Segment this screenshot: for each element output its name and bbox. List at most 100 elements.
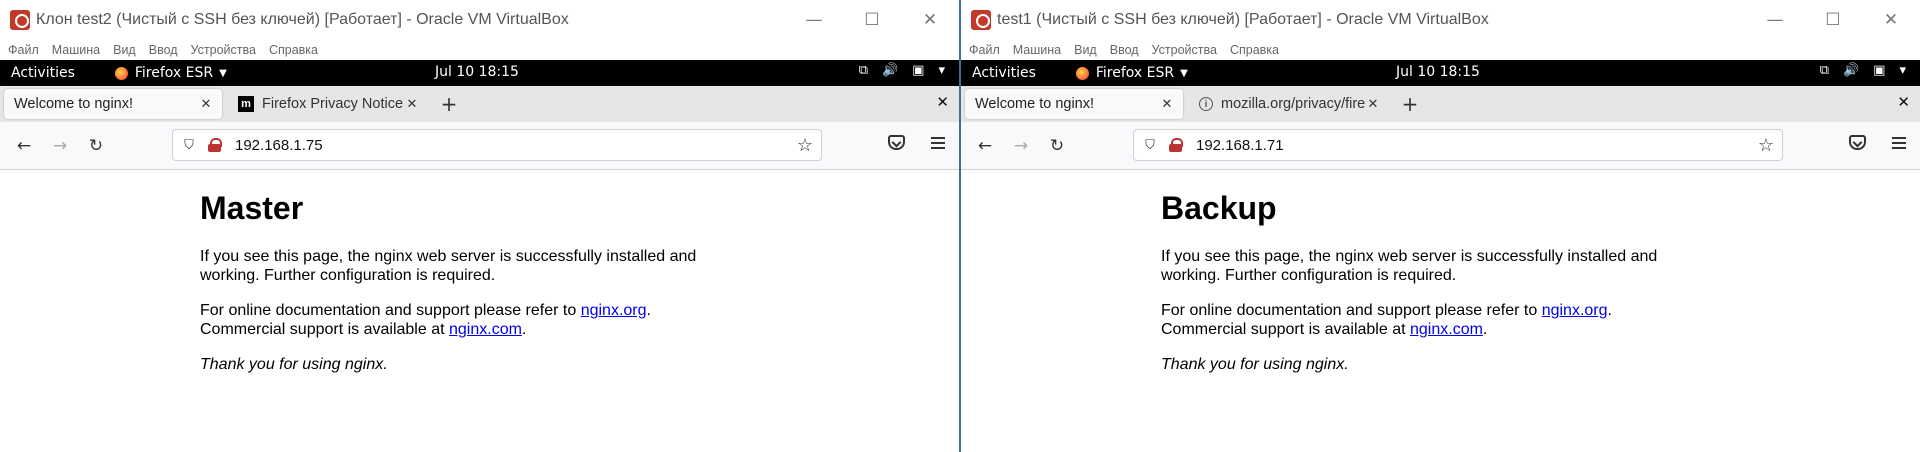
new-tab-button[interactable]: +: [1395, 92, 1425, 116]
thanks-text: Thank you for using nginx.: [1161, 356, 1349, 373]
menu-input[interactable]: Ввод: [149, 43, 178, 57]
thanks-paragraph: Thank you for using nginx.: [1161, 355, 1681, 374]
back-button[interactable]: ←: [967, 136, 1003, 156]
minimize-button[interactable]: —: [1746, 0, 1804, 40]
shield-icon[interactable]: ⛉: [181, 138, 197, 153]
intro-paragraph: If you see this page, the nginx web serv…: [1161, 248, 1658, 284]
commercial-text: Commercial support is available at: [1161, 321, 1410, 338]
page-content: Master If you see this page, the nginx w…: [0, 170, 959, 452]
pocket-icon[interactable]: [1849, 135, 1866, 150]
dropdown-triangle-icon: ▼: [1180, 67, 1188, 79]
menu-view[interactable]: Вид: [113, 43, 136, 57]
clock[interactable]: Jul 10 18:15: [435, 64, 519, 80]
close-icon: ✕: [1883, 10, 1899, 30]
maximize-button[interactable]: ☐: [1804, 0, 1862, 40]
virtualbox-window-left: Клон test2 (Чистый с SSH без ключей) [Ра…: [0, 0, 960, 452]
forward-button[interactable]: →: [42, 136, 78, 156]
insecure-lock-icon[interactable]: [1168, 137, 1184, 153]
menu-machine[interactable]: Машина: [52, 43, 100, 57]
thanks-paragraph: Thank you for using nginx.: [200, 355, 720, 374]
url-text[interactable]: 192.168.1.71: [1196, 137, 1758, 154]
activities-button[interactable]: Activities: [11, 65, 75, 81]
commercial-text: Commercial support is available at: [200, 321, 449, 338]
system-status-area[interactable]: ⧉ 🔊 ▣ ▾: [859, 63, 945, 78]
desktop: Клон test2 (Чистый с SSH без ключей) [Ра…: [0, 0, 1920, 452]
reload-button[interactable]: ↻: [1039, 136, 1075, 156]
intro-paragraph: If you see this page, the nginx web serv…: [200, 248, 697, 284]
tab-mozilla-privacy[interactable]: i mozilla.org/privacy/firefo ✕: [1189, 89, 1389, 119]
menu-devices[interactable]: Устройства: [191, 43, 256, 57]
nginx-org-link[interactable]: nginx.org: [581, 302, 647, 319]
tab-welcome-nginx[interactable]: Welcome to nginx! ✕: [965, 89, 1183, 119]
reload-button[interactable]: ↻: [78, 136, 114, 156]
menu-devices[interactable]: Устройства: [1152, 43, 1217, 57]
menu-help[interactable]: Справка: [269, 43, 318, 57]
back-button[interactable]: ←: [6, 136, 42, 156]
nav-bar: ← → ↻ ⛉ 192.168.1.75 ☆: [0, 122, 959, 170]
menu-machine[interactable]: Машина: [1013, 43, 1061, 57]
close-window-button[interactable]: ✕: [1862, 0, 1920, 40]
menu-file[interactable]: Файл: [969, 43, 1000, 57]
punct: .: [1607, 302, 1612, 319]
battery-icon: ▣: [1873, 63, 1886, 78]
tab-label: Welcome to nginx!: [975, 96, 1095, 112]
support-text: For online documentation and support ple…: [200, 302, 581, 319]
tab-close-icon[interactable]: ✕: [1159, 96, 1175, 112]
punct: .: [646, 302, 651, 319]
system-status-area[interactable]: ⧉ 🔊 ▣ ▾: [1820, 63, 1906, 78]
close-window-x-icon[interactable]: ✕: [1897, 93, 1910, 111]
tab-welcome-nginx[interactable]: Welcome to nginx! ✕: [4, 89, 222, 119]
network-icon: ⧉: [858, 63, 868, 78]
menu-help[interactable]: Справка: [1230, 43, 1279, 57]
window-titlebar[interactable]: test1 (Чистый с SSH без ключей) [Работае…: [961, 0, 1920, 40]
clock[interactable]: Jul 10 18:15: [1396, 64, 1480, 80]
bookmark-star-icon[interactable]: ☆: [797, 135, 813, 156]
firefox-icon: [1075, 66, 1089, 80]
menu-hamburger-icon[interactable]: [931, 137, 945, 149]
url-text[interactable]: 192.168.1.75: [235, 137, 797, 154]
app-menu-button[interactable]: Firefox ESR ▼: [114, 65, 227, 81]
shield-icon[interactable]: ⛉: [1142, 138, 1158, 153]
tab-close-icon[interactable]: ✕: [404, 96, 420, 112]
url-bar[interactable]: ⛉ 192.168.1.71 ☆: [1133, 129, 1783, 161]
network-icon: ⧉: [1819, 63, 1829, 78]
nginx-welcome-page: Backup If you see this page, the nginx w…: [1161, 190, 1681, 390]
window-title: Клон test2 (Чистый с SSH без ключей) [Ра…: [36, 11, 569, 28]
firefox-icon: [114, 66, 128, 80]
insecure-lock-icon[interactable]: [207, 137, 223, 153]
close-window-x-icon[interactable]: ✕: [936, 93, 949, 111]
tab-privacy-notice[interactable]: m Firefox Privacy Notice — ✕: [228, 89, 428, 119]
new-tab-button[interactable]: +: [434, 92, 464, 116]
maximize-icon: ☐: [864, 10, 880, 30]
info-icon: i: [1199, 97, 1213, 111]
support-paragraph: For online documentation and support ple…: [1161, 301, 1681, 339]
menu-input[interactable]: Ввод: [1110, 43, 1139, 57]
close-window-button[interactable]: ✕: [901, 0, 959, 40]
menu-hamburger-icon[interactable]: [1892, 137, 1906, 149]
nginx-com-link[interactable]: nginx.com: [449, 321, 522, 338]
maximize-button[interactable]: ☐: [843, 0, 901, 40]
url-bar[interactable]: ⛉ 192.168.1.75 ☆: [172, 129, 822, 161]
volume-icon: 🔊: [1842, 63, 1860, 78]
virtualbox-icon: [10, 10, 30, 30]
nginx-com-link[interactable]: nginx.com: [1410, 321, 1483, 338]
bookmark-star-icon[interactable]: ☆: [1758, 135, 1774, 156]
menu-file[interactable]: Файл: [8, 43, 39, 57]
tab-close-icon[interactable]: ✕: [1365, 96, 1381, 112]
thanks-text: Thank you for using nginx.: [200, 356, 388, 373]
pocket-icon[interactable]: [888, 135, 905, 150]
app-menu-button[interactable]: Firefox ESR ▼: [1075, 65, 1188, 81]
tab-strip: Welcome to nginx! ✕ i mozilla.org/privac…: [961, 86, 1920, 122]
activities-button[interactable]: Activities: [972, 65, 1036, 81]
window-titlebar[interactable]: Клон test2 (Чистый с SSH без ключей) [Ра…: [0, 0, 959, 40]
app-menu-label: Firefox ESR: [134, 65, 214, 81]
window-title: test1 (Чистый с SSH без ключей) [Работае…: [997, 11, 1489, 28]
page-heading: Master: [200, 190, 304, 226]
menu-view[interactable]: Вид: [1074, 43, 1097, 57]
tab-close-icon[interactable]: ✕: [198, 96, 214, 112]
minimize-button[interactable]: —: [785, 0, 843, 40]
forward-button[interactable]: →: [1003, 136, 1039, 156]
vbox-menubar: Файл Машина Вид Ввод Устройства Справка: [961, 40, 1920, 60]
status-menu-icon: ▾: [1899, 63, 1906, 78]
nginx-org-link[interactable]: nginx.org: [1542, 302, 1608, 319]
